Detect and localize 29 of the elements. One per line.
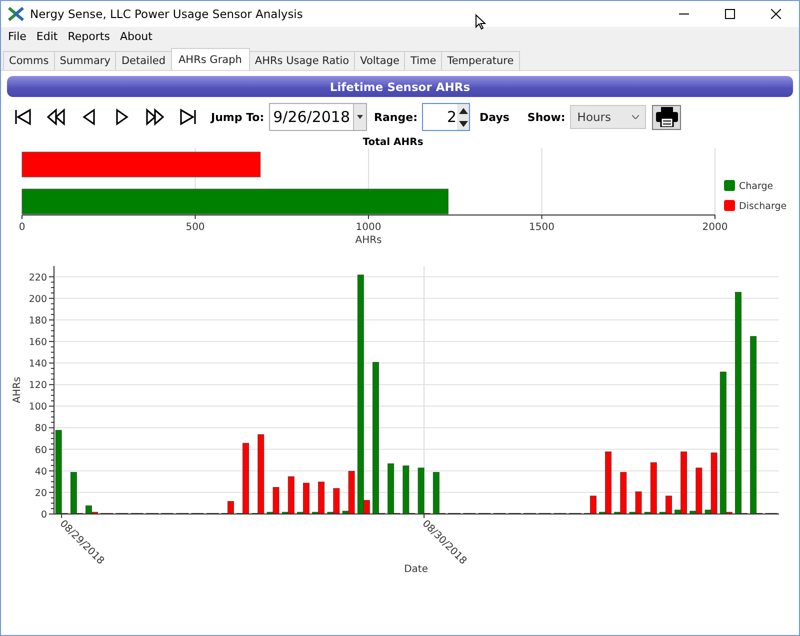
axis-tick-label: 2000 — [702, 222, 728, 233]
axis-tick-label: 180 — [28, 315, 47, 326]
axis-tick-label: 220 — [28, 272, 47, 284]
axis-tick-label: 20 — [34, 488, 47, 499]
axis-tick-label: 200 — [28, 294, 47, 305]
axis-tick-label: 140 — [28, 358, 47, 370]
range-label: Range: — [374, 110, 418, 124]
window-title: Nergy Sense, LLC Power Usage Sensor Analysis — [30, 7, 303, 21]
axis-tick-label: 60 — [34, 444, 47, 456]
axis-tick-label: 500 — [186, 222, 205, 233]
jump-to-label: Jump To: — [211, 110, 264, 124]
chart-title: Total AHRs — [362, 137, 424, 148]
legend-label: Charge — [739, 181, 774, 192]
axis-tick-label: 160 — [28, 336, 47, 348]
axis-title: Date — [404, 564, 428, 575]
axis-tick-label: 1500 — [529, 222, 554, 233]
axis-tick-label: 120 — [28, 380, 47, 392]
header-bar: Lifetime Sensor AHRs — [7, 76, 793, 97]
axis-title: AHRs — [12, 376, 23, 404]
legend-label: Discharge — [739, 201, 787, 212]
axis-title: AHRs — [355, 235, 382, 246]
axis-tick-label: 100 — [28, 402, 47, 413]
axis-tick-label: 40 — [34, 466, 47, 478]
axis-tick-label: 0 — [18, 222, 26, 233]
axis-tick-label: 1000 — [356, 222, 382, 233]
axis-tick-label: 0 — [40, 510, 47, 520]
axis-tick-label: 80 — [34, 423, 47, 434]
show-label: Show: — [527, 110, 566, 124]
days-label: Days — [479, 110, 510, 124]
